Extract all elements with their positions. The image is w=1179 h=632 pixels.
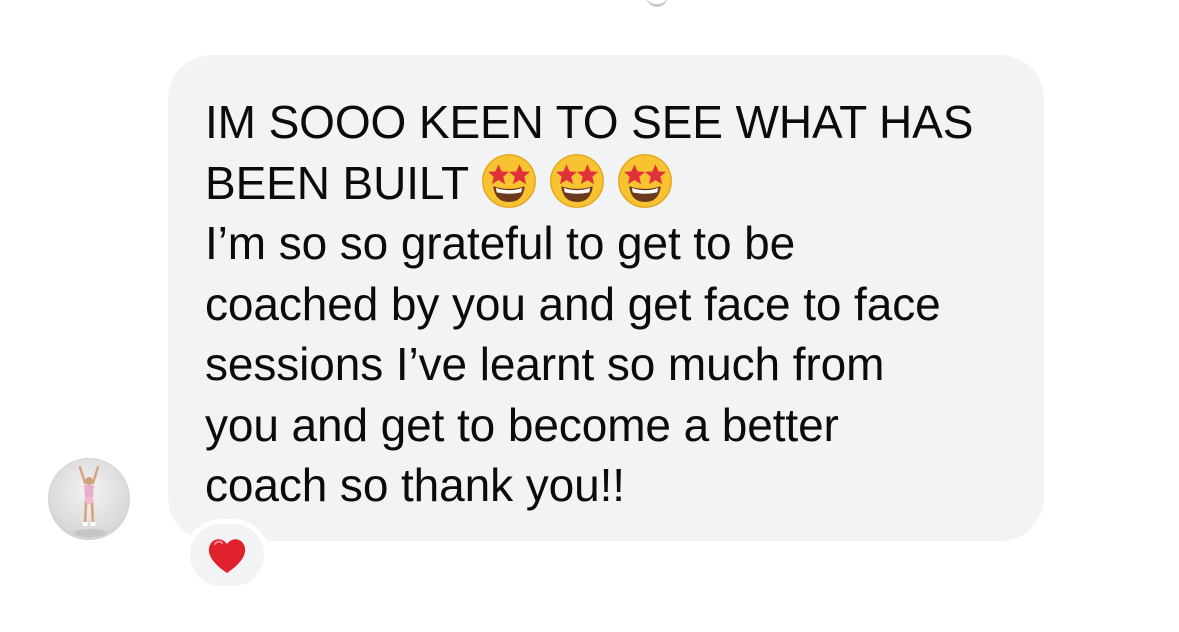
person-arms-raised-icon <box>74 465 106 537</box>
star-struck-emoji-icon <box>550 153 604 208</box>
sender-avatar[interactable] <box>48 458 130 540</box>
message-line: coach so thank you!! <box>205 459 625 511</box>
message-line: I’m so so grateful to get to be <box>205 217 796 269</box>
red-heart-icon <box>208 539 246 573</box>
message-bubble[interactable]: IM SOOO KEEN TO SEE WHAT HAS BEEN BUILT … <box>168 55 1044 541</box>
message-line: BEEN BUILT <box>205 153 1014 214</box>
previous-message-fragment <box>646 0 668 7</box>
star-struck-emoji-icon <box>618 153 672 208</box>
message-line-text: BEEN BUILT <box>205 156 469 209</box>
message-line: IM SOOO KEEN TO SEE WHAT HAS <box>205 96 974 148</box>
message-line: coached by you and get face to face <box>205 277 941 330</box>
message-line: you and get to become a better <box>205 398 839 451</box>
heart-reaction[interactable] <box>185 519 269 591</box>
star-struck-emoji-icon <box>482 153 536 208</box>
message-line: sessions I’ve learnt so much from <box>205 338 885 390</box>
